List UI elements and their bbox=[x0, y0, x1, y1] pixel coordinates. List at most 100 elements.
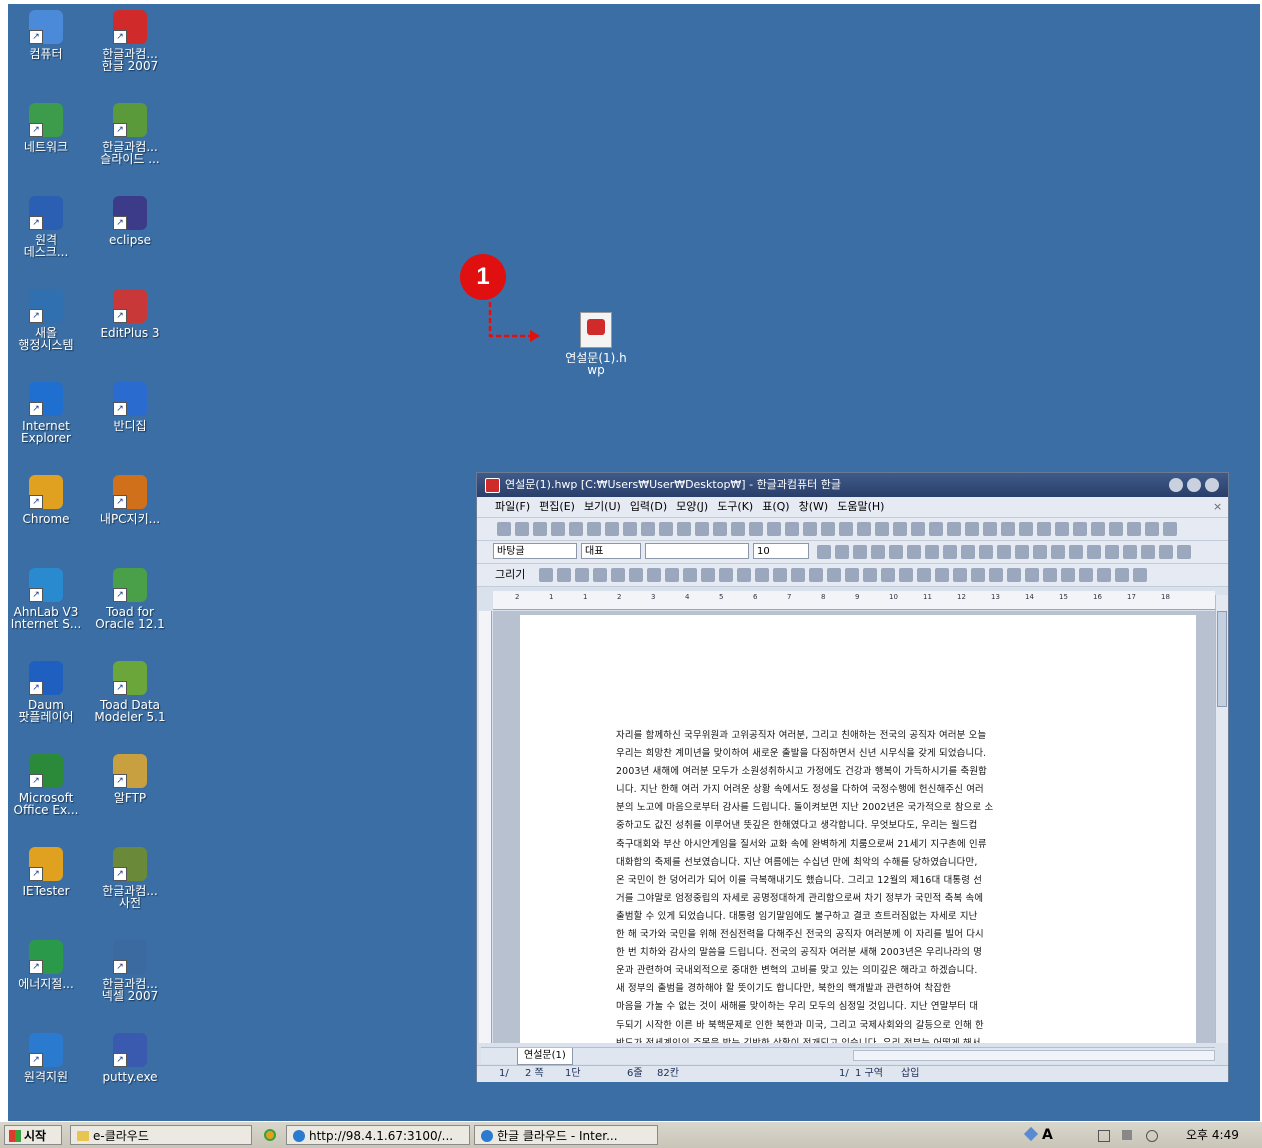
toolbar-button-icon[interactable] bbox=[857, 522, 871, 536]
ime-indicator[interactable]: A bbox=[1020, 1125, 1070, 1145]
toolbar-button-icon[interactable] bbox=[971, 568, 985, 582]
toolbar-button-icon[interactable] bbox=[623, 522, 637, 536]
toolbar-button-icon[interactable] bbox=[551, 522, 565, 536]
desktop-icon-ietester[interactable]: ↗ IETester bbox=[4, 847, 88, 897]
toolbar-button-icon[interactable] bbox=[1105, 545, 1119, 559]
toolbar-button-icon[interactable] bbox=[1069, 545, 1083, 559]
toolbar-button-icon[interactable] bbox=[827, 568, 841, 582]
flag-icon[interactable] bbox=[1098, 1130, 1110, 1142]
toolbar-button-icon[interactable] bbox=[943, 545, 957, 559]
toolbar-button-icon[interactable] bbox=[1133, 568, 1147, 582]
toolbar-button-icon[interactable] bbox=[1115, 568, 1129, 582]
toolbar-button-icon[interactable] bbox=[979, 545, 993, 559]
chrome-quicklaunch-icon[interactable] bbox=[264, 1125, 284, 1145]
toolbar-button-icon[interactable] bbox=[871, 545, 885, 559]
toolbar-button-icon[interactable] bbox=[515, 522, 529, 536]
toolbar-button-icon[interactable] bbox=[953, 568, 967, 582]
toolbar-button-icon[interactable] bbox=[839, 522, 853, 536]
toolbar-button-icon[interactable] bbox=[853, 545, 867, 559]
toolbar-button-icon[interactable] bbox=[731, 522, 745, 536]
minimize-button[interactable] bbox=[1169, 478, 1183, 492]
toolbar-button-icon[interactable] bbox=[1061, 568, 1075, 582]
desktop-icon-chrome[interactable]: ↗ Chrome bbox=[4, 475, 88, 525]
toolbar-button-icon[interactable] bbox=[611, 568, 625, 582]
toolbar-button-icon[interactable] bbox=[533, 522, 547, 536]
toolbar-button-icon[interactable] bbox=[899, 568, 913, 582]
document-page[interactable]: 자리를 함께하신 국무위원과 고위공직자 여러분, 그리고 친애하는 전국의 공… bbox=[520, 615, 1196, 1043]
toolbar-button-icon[interactable] bbox=[755, 568, 769, 582]
toolbar-button-icon[interactable] bbox=[1079, 568, 1093, 582]
toolbar-button-icon[interactable] bbox=[1145, 522, 1159, 536]
taskbar-item-browser2[interactable]: 한글 클라우드 - Inter... bbox=[474, 1125, 658, 1145]
toolbar-button-icon[interactable] bbox=[925, 545, 939, 559]
toolbar-button-icon[interactable] bbox=[695, 522, 709, 536]
toolbar-button-icon[interactable] bbox=[1177, 545, 1191, 559]
toolbar-button-icon[interactable] bbox=[557, 568, 571, 582]
horizontal-scrollbar[interactable] bbox=[853, 1050, 1215, 1061]
taskbar-item-ecloud[interactable]: e-클라우드 bbox=[70, 1125, 252, 1145]
hwp-window[interactable]: 연설문(1).hwp [C:₩Users₩User₩Desktop₩] - 한글… bbox=[476, 472, 1229, 1082]
toolbar-button-icon[interactable] bbox=[881, 568, 895, 582]
toolbar-button-icon[interactable] bbox=[713, 522, 727, 536]
toolbar-button-icon[interactable] bbox=[1051, 545, 1065, 559]
size-select[interactable]: 10 bbox=[753, 543, 809, 559]
toolbar-button-icon[interactable] bbox=[1127, 522, 1141, 536]
toolbar-button-icon[interactable] bbox=[1007, 568, 1021, 582]
desktop-icon-putty[interactable]: ↗ putty.exe bbox=[88, 1033, 172, 1083]
toolbar-button-icon[interactable] bbox=[647, 568, 661, 582]
desktop-icon-ahnlab[interactable]: ↗ AhnLab V3 Internet S... bbox=[4, 568, 88, 630]
toolbar-button-icon[interactable] bbox=[659, 522, 673, 536]
toolbar-button-icon[interactable] bbox=[835, 545, 849, 559]
draw-menu[interactable]: 그리기 bbox=[495, 564, 525, 586]
scrollbar-thumb[interactable] bbox=[1217, 611, 1227, 707]
toolbar-button-icon[interactable] bbox=[917, 568, 931, 582]
network-tray-icon[interactable] bbox=[1122, 1130, 1132, 1140]
menu-item[interactable]: 입력(D) bbox=[630, 500, 667, 513]
desktop-icon-remote-support[interactable]: ↗ 원격지원 bbox=[4, 1033, 88, 1083]
document-text[interactable]: 자리를 함께하신 국무위원과 고위공직자 여러분, 그리고 친애하는 전국의 공… bbox=[616, 727, 1096, 1043]
toolbar-button-icon[interactable] bbox=[961, 545, 975, 559]
vertical-scrollbar[interactable] bbox=[1215, 595, 1228, 1043]
menu-item[interactable]: 파일(F) bbox=[495, 500, 530, 513]
toolbar-button-icon[interactable] bbox=[791, 568, 805, 582]
toolbar-button-icon[interactable] bbox=[889, 545, 903, 559]
desktop-icon-hancom-slide[interactable]: ↗ 한글과컴... 슬라이드 ... bbox=[88, 103, 172, 165]
dragged-hwp-file[interactable]: 연설문(1).h wp bbox=[556, 312, 636, 376]
toolbar-button-icon[interactable] bbox=[785, 522, 799, 536]
toolbar-button-icon[interactable] bbox=[803, 522, 817, 536]
toolbar-button-icon[interactable] bbox=[863, 568, 877, 582]
toolbar-button-icon[interactable] bbox=[1019, 522, 1033, 536]
toolbar-button-icon[interactable] bbox=[497, 522, 511, 536]
toolbar-button-icon[interactable] bbox=[1091, 522, 1105, 536]
toolbar-button-icon[interactable] bbox=[575, 568, 589, 582]
toolbar-button-icon[interactable] bbox=[737, 568, 751, 582]
toolbar-button-icon[interactable] bbox=[1025, 568, 1039, 582]
menu-item[interactable]: 모양(J) bbox=[676, 500, 708, 513]
toolbar-button-icon[interactable] bbox=[997, 545, 1011, 559]
toolbar-button-icon[interactable] bbox=[965, 522, 979, 536]
font-select[interactable] bbox=[645, 543, 749, 559]
toolbar-button-icon[interactable] bbox=[1163, 522, 1177, 536]
toolbar-button-icon[interactable] bbox=[1037, 522, 1051, 536]
document-area[interactable]: 자리를 함께하신 국무위원과 고위공직자 여러분, 그리고 친애하는 전국의 공… bbox=[493, 611, 1215, 1043]
toolbar-button-icon[interactable] bbox=[539, 568, 553, 582]
style-select[interactable]: 바탕글 bbox=[493, 543, 577, 559]
desktop-icon-ie[interactable]: ↗ Internet Explorer bbox=[4, 382, 88, 444]
sheet-tab[interactable]: 연설문(1) bbox=[517, 1048, 573, 1065]
toolbar-button-icon[interactable] bbox=[983, 522, 997, 536]
toolbar-button-icon[interactable] bbox=[911, 522, 925, 536]
toolbar-button-icon[interactable] bbox=[1087, 545, 1101, 559]
toolbar-button-icon[interactable] bbox=[749, 522, 763, 536]
toolbar-button-icon[interactable] bbox=[1141, 545, 1155, 559]
toolbar-button-icon[interactable] bbox=[893, 522, 907, 536]
desktop-icon-computer[interactable]: ↗ 컴퓨터 bbox=[4, 10, 88, 60]
menu-item[interactable]: 보기(U) bbox=[584, 500, 621, 513]
menu-item[interactable]: 표(Q) bbox=[762, 500, 789, 513]
desktop-icon-hancom-nexcel[interactable]: ↗ 한글과컴... 넥셀 2007 bbox=[88, 940, 172, 1002]
desktop-icon-excel[interactable]: ↗ Microsoft Office Ex... bbox=[4, 754, 88, 816]
toolbar-button-icon[interactable] bbox=[683, 568, 697, 582]
toolbar-button-icon[interactable] bbox=[605, 522, 619, 536]
toolbar-button-icon[interactable] bbox=[773, 568, 787, 582]
toolbar-button-icon[interactable] bbox=[935, 568, 949, 582]
toolbar-button-icon[interactable] bbox=[947, 522, 961, 536]
